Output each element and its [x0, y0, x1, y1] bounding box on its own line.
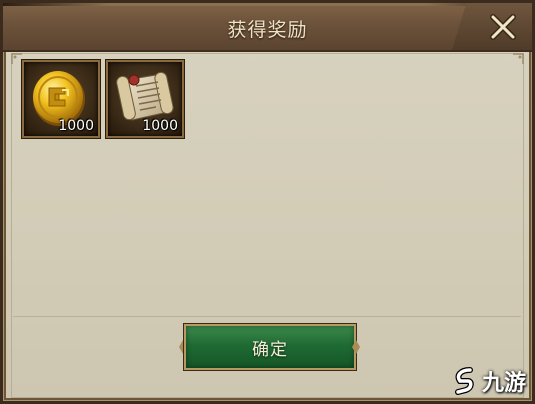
- reward-item-gold-coin[interactable]: 1000: [22, 60, 100, 138]
- corner-ornament-icon: [513, 53, 524, 64]
- watermark-logo-icon: [454, 367, 474, 395]
- dialog-title: 获得奖励: [227, 19, 308, 41]
- watermark-text: 九游: [481, 371, 526, 396]
- watermark: 九游: [452, 365, 526, 397]
- reward-item-scroll[interactable]: 1000: [106, 60, 184, 138]
- title-bar: 获得奖励: [3, 3, 532, 52]
- confirm-button[interactable]: 确定: [184, 324, 356, 370]
- reward-dialog: 获得奖励 1000 1000 确定 九游: [0, 0, 535, 404]
- close-icon: [490, 14, 516, 40]
- close-button[interactable]: [488, 12, 518, 42]
- reward-quantity: 1000: [142, 118, 178, 134]
- reward-quantity: 1000: [58, 118, 94, 134]
- divider: [13, 316, 521, 317]
